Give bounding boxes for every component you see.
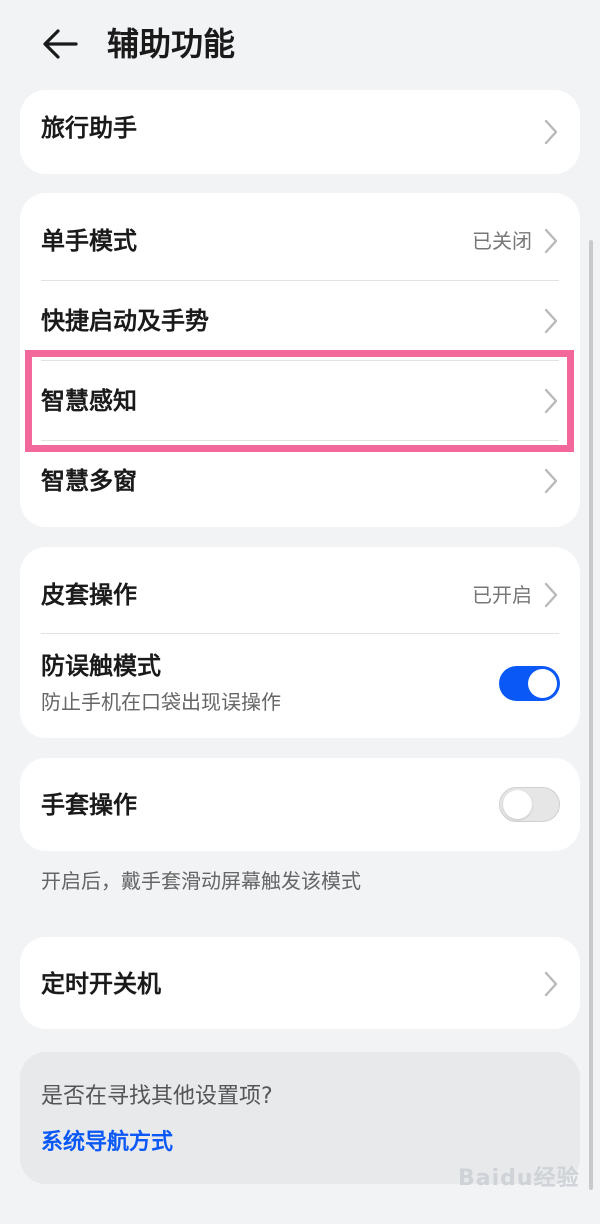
- row-scheduled-power[interactable]: 定时开关机: [20, 937, 580, 1029]
- row-one-hand-mode[interactable]: 单手模式 已关闭: [20, 193, 580, 281]
- chevron-right-icon: [544, 468, 558, 494]
- system-navigation-link[interactable]: 系统导航方式: [41, 1128, 173, 1158]
- row-label: 快捷启动及手势: [41, 307, 209, 335]
- row-status: 已开启: [472, 583, 532, 607]
- back-arrow-icon[interactable]: [38, 22, 82, 66]
- baidu-watermark: Baidu经验: [458, 1166, 580, 1191]
- anti-mistouch-toggle[interactable]: [499, 666, 560, 701]
- chevron-right-icon: [544, 119, 558, 145]
- settings-group-protection: 皮套操作 已开启 防误触模式 防止手机在口袋出现误操作: [20, 547, 580, 738]
- settings-group-glove: 手套操作: [20, 758, 580, 851]
- row-label: 防误触模式: [41, 652, 161, 680]
- row-smart-multi-window[interactable]: 智慧多窗: [20, 441, 580, 527]
- chevron-right-icon: [544, 582, 558, 608]
- row-label: 手套操作: [41, 791, 137, 819]
- toggle-knob: [503, 790, 532, 819]
- header: 辅助功能: [0, 0, 600, 88]
- settings-group-timer: 定时开关机: [20, 937, 580, 1029]
- row-label: 皮套操作: [41, 581, 137, 609]
- screen: 辅助功能 旅行助手 单手模式 已关闭 快捷启动及手势 智慧感知 智慧多窗 皮套操…: [0, 0, 600, 1224]
- page-title: 辅助功能: [107, 25, 236, 63]
- glove-mode-note: 开启后，戴手套滑动屏幕触发该模式: [41, 869, 361, 893]
- row-label: 定时开关机: [41, 970, 161, 998]
- row-description: 防止手机在口袋出现误操作: [41, 690, 281, 714]
- row-label: 智慧多窗: [41, 467, 137, 495]
- row-status: 已关闭: [472, 229, 532, 253]
- row-label: 单手模式: [41, 227, 137, 255]
- highlight-annotation-frame: [25, 350, 574, 452]
- chevron-right-icon: [544, 971, 558, 997]
- toggle-knob: [528, 669, 557, 698]
- suggestion-question: 是否在寻找其他设置项?: [41, 1084, 273, 1109]
- chevron-right-icon: [544, 308, 558, 334]
- row-cover-operation[interactable]: 皮套操作 已开启: [20, 547, 580, 634]
- row-travel-assistant[interactable]: 旅行助手: [20, 90, 580, 174]
- row-glove-operation: 手套操作: [20, 758, 580, 851]
- scrollbar[interactable]: [589, 240, 593, 1190]
- chevron-right-icon: [544, 228, 558, 254]
- row-shortcuts-gestures[interactable]: 快捷启动及手势: [20, 281, 580, 361]
- settings-group-travel: 旅行助手: [20, 90, 580, 174]
- glove-mode-toggle[interactable]: [499, 787, 560, 822]
- row-label: 旅行助手: [41, 114, 137, 142]
- row-anti-mistouch: 防误触模式 防止手机在口袋出现误操作: [20, 634, 580, 738]
